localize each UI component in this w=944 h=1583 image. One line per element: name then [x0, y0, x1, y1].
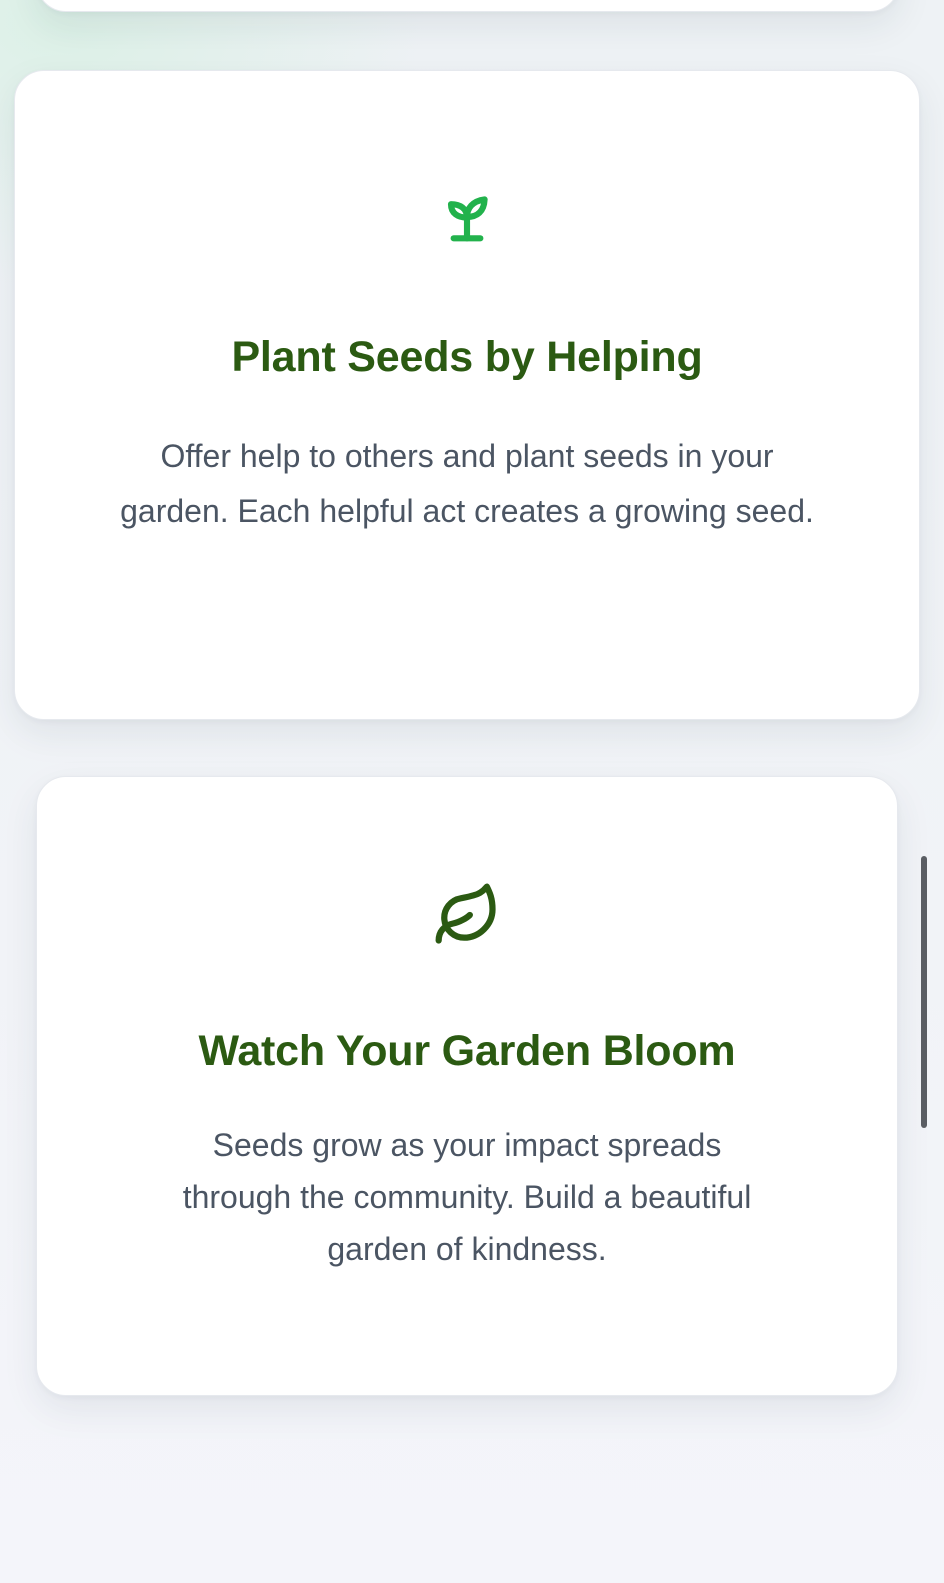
card-description: Seeds grow as your impact spreads throug… [182, 1127, 752, 1267]
feature-card-garden-bloom: Watch Your Garden Bloom Seeds grow as yo… [36, 776, 898, 1396]
card-title: Watch Your Garden Bloom [198, 1027, 736, 1075]
card-description: Offer help to others and plant seeds in … [120, 438, 814, 529]
card-title: Plant Seeds by Helping [231, 333, 703, 381]
leaf-icon [435, 883, 496, 944]
scrollbar-thumb[interactable] [921, 856, 927, 1128]
previous-card [36, 0, 900, 12]
sprout-icon [447, 196, 488, 242]
feature-card-plant-seeds: Plant Seeds by Helping Offer help to oth… [14, 70, 920, 720]
